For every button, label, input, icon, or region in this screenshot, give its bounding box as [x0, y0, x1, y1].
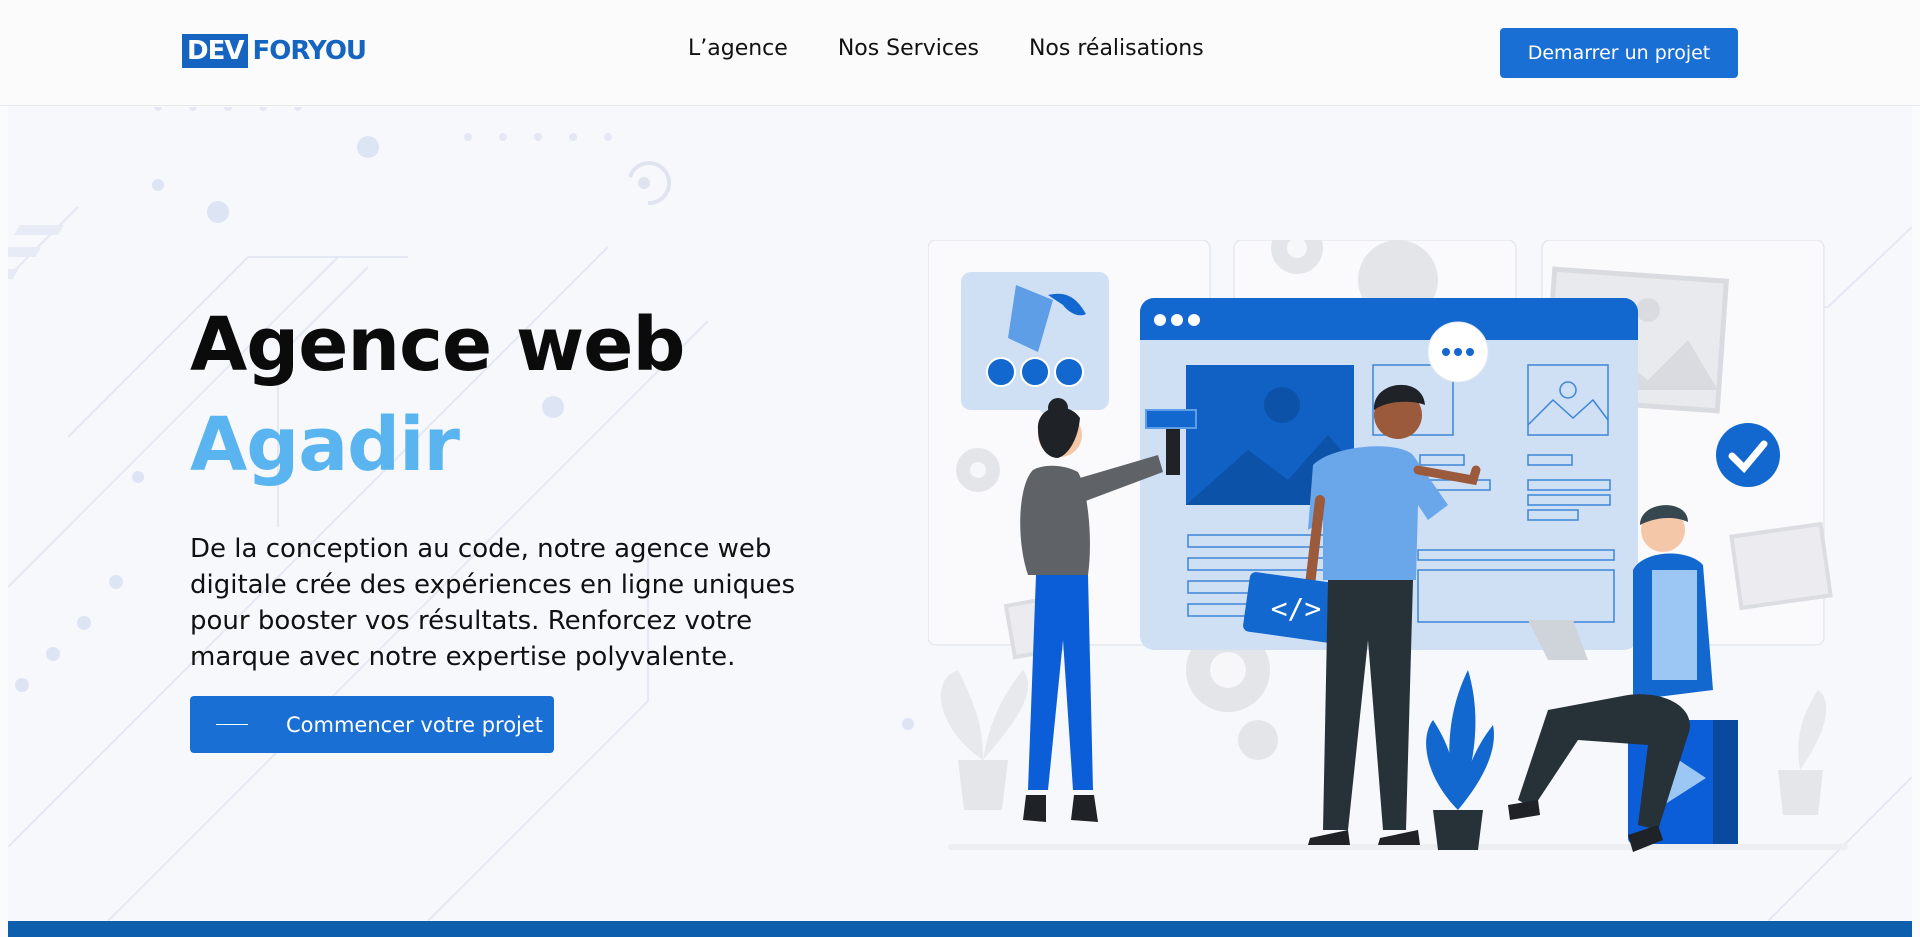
start-your-project-button[interactable]: Commencer votre projet [190, 696, 554, 753]
dash-decoration [216, 724, 248, 725]
hero-title-highlight: Agadir [190, 402, 460, 488]
nav-link-services[interactable]: Nos Services [838, 36, 979, 61]
site-header: DEV FORYOU L’agence Nos Services Nos réa… [0, 0, 1920, 106]
hero-title: Agence web [190, 302, 685, 388]
hero-section: Agence web Agadir De la conception au co… [8, 107, 1912, 921]
check-icon [1716, 423, 1780, 487]
chat-dots-icon [1427, 321, 1489, 383]
start-project-button[interactable]: Demarrer un projet [1500, 28, 1738, 78]
main-nav: L’agence Nos Services Nos réalisations [688, 36, 1204, 61]
logo-foryou: FORYOU [252, 36, 367, 66]
nav-link-agence[interactable]: L’agence [688, 36, 788, 61]
code-icon: </> [1271, 592, 1322, 625]
logo[interactable]: DEV FORYOU [182, 34, 367, 68]
nav-link-realisations[interactable]: Nos réalisations [1029, 36, 1204, 61]
start-your-project-label: Commencer votre projet [286, 712, 544, 737]
hero-illustration: </> [928, 240, 1848, 852]
hero-description: De la conception au code, notre agence w… [190, 534, 796, 672]
plant [1426, 670, 1494, 850]
paint-bucket-icon [961, 272, 1109, 428]
footer-bar [8, 921, 1912, 937]
logo-dev: DEV [182, 34, 249, 68]
